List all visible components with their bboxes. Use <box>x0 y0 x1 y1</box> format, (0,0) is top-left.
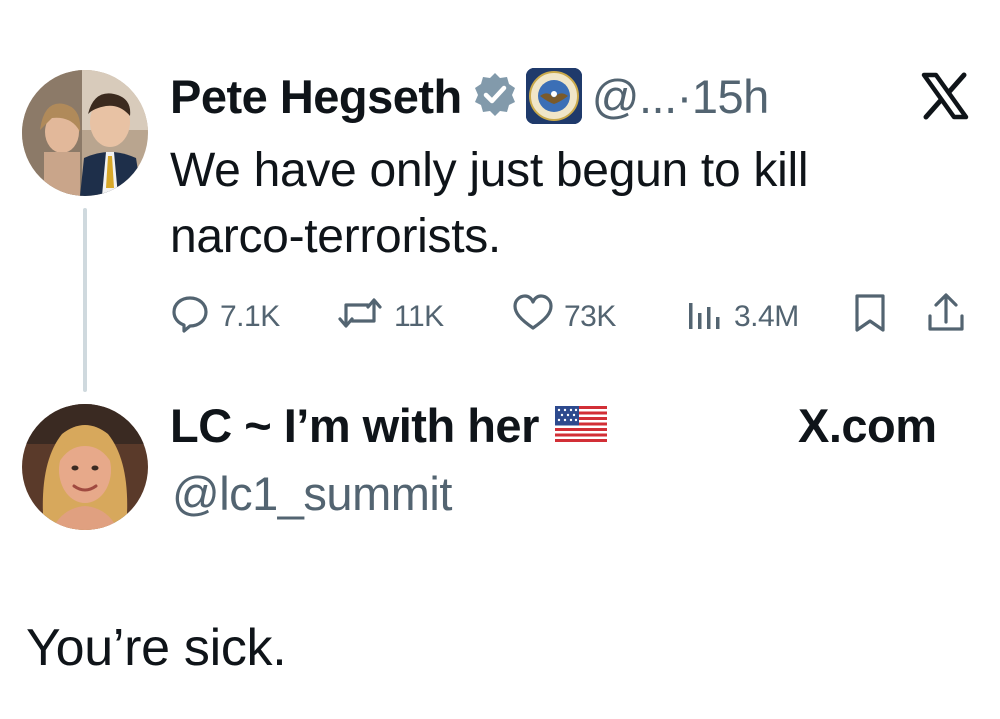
view-count: 3.4M <box>734 300 799 333</box>
like-count: 73K <box>564 300 616 333</box>
bookmark-icon <box>852 292 898 342</box>
parent-tweet-header: Pete Hegseth @... · 15h <box>170 66 769 126</box>
avatar-pete-hegseth[interactable] <box>22 70 148 196</box>
site-watermark: X.com <box>798 398 937 453</box>
reply-tweet-text: You’re sick. <box>26 619 287 677</box>
x-logo-icon[interactable] <box>920 72 970 125</box>
reply-author-header: LC ~ I’m with her <box>170 398 607 453</box>
parent-tweet-text: We have only just begun to kill narco-te… <box>170 144 809 263</box>
reply-button[interactable]: 7.1K <box>170 292 280 342</box>
thread-connector-line <box>83 208 87 392</box>
heart-icon <box>512 293 564 341</box>
parent-author-name[interactable]: Pete Hegseth <box>170 69 462 124</box>
site-label: X.com <box>798 399 937 452</box>
repost-count: 11K <box>394 300 444 333</box>
like-button[interactable]: 73K <box>512 292 616 342</box>
avatar-lc1-summit[interactable] <box>22 404 148 530</box>
department-seal-icon[interactable] <box>525 68 582 124</box>
timestamp-separator: · <box>676 69 693 123</box>
bookmark-button[interactable] <box>852 292 898 342</box>
parent-author-handle[interactable]: @... <box>592 69 677 124</box>
tweet-action-bar: 7.1K 11K 73K 3.4M <box>170 292 970 342</box>
reply-author-name[interactable]: LC ~ I’m with her <box>170 398 539 453</box>
share-button[interactable] <box>926 292 976 342</box>
reply-icon <box>170 293 220 341</box>
verified-badge-icon[interactable] <box>472 71 518 122</box>
views-button[interactable]: 3.4M <box>684 292 799 342</box>
us-flag-icon <box>554 398 607 453</box>
repost-button[interactable]: 11K <box>336 292 444 342</box>
parent-tweet-timestamp[interactable]: 15h <box>692 69 769 124</box>
reply-author-handle[interactable]: @lc1_summit <box>172 466 452 521</box>
share-icon <box>926 292 976 342</box>
repost-icon <box>336 293 394 341</box>
reply-count: 7.1K <box>220 300 280 333</box>
bar-chart-icon <box>684 293 734 341</box>
